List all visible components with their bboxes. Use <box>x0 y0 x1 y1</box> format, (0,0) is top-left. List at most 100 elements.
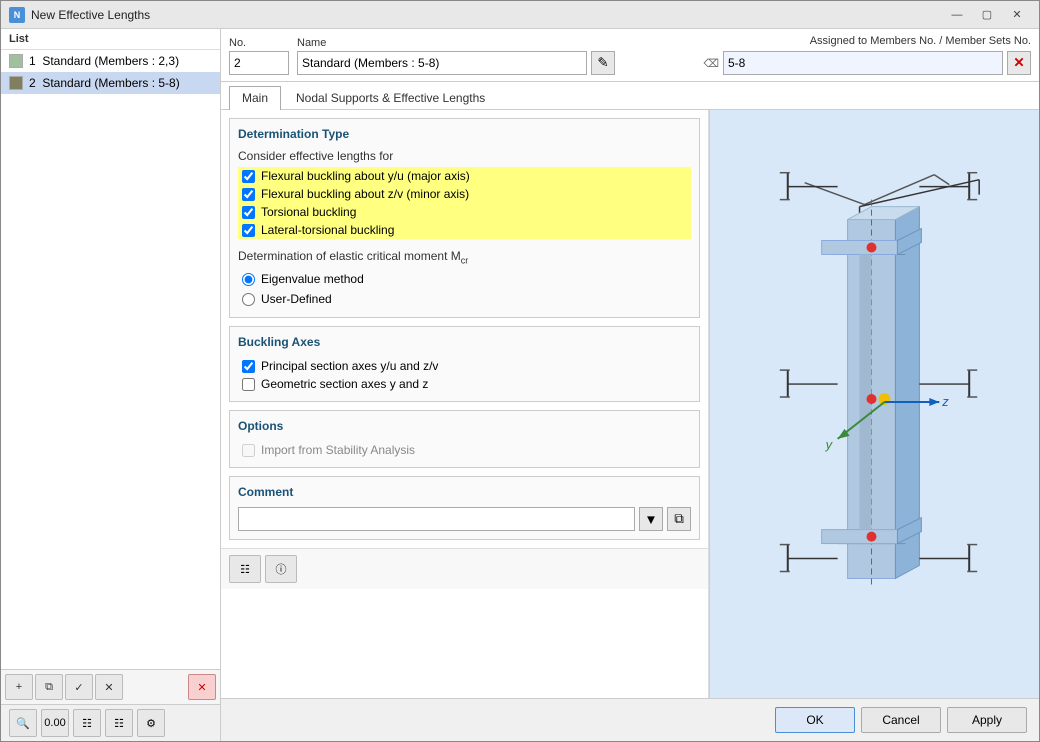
checkbox-import-label: Import from Stability Analysis <box>261 443 415 457</box>
no-label: No. <box>229 37 289 49</box>
3d-view: z y <box>709 110 1039 698</box>
checkbox-flex-y: Flexural buckling about y/u (major axis) <box>238 167 691 185</box>
graph-button[interactable]: ☷ <box>73 709 101 737</box>
assigned-label: Assigned to Members No. / Member Sets No… <box>810 35 1031 47</box>
comment-copy-button[interactable]: ⧉ <box>667 507 691 531</box>
list-header: List <box>1 29 220 50</box>
checkbox-geometric-input[interactable] <box>242 378 255 391</box>
list-item-label: 1 Standard (Members : 2,3) <box>29 54 179 68</box>
list-item-color <box>9 54 23 68</box>
radio-user-defined-label: User-Defined <box>261 292 332 306</box>
radio-eigenvalue-label: Eigenvalue method <box>261 272 364 286</box>
main-window: N New Effective Lengths — ▢ ✕ List 1 Sta… <box>0 0 1040 742</box>
no-field-group: No. <box>229 37 289 75</box>
checkbox-principal-label: Principal section axes y/u and z/v <box>261 359 438 373</box>
comment-row: ▼ ⧉ <box>238 507 691 531</box>
assigned-input[interactable] <box>723 51 1003 75</box>
buckling-axes-section: Buckling Axes Principal section axes y/u… <box>229 326 700 402</box>
checkbox-flex-y-label: Flexural buckling about y/u (major axis) <box>261 169 470 183</box>
list-item-label-2: 2 Standard (Members : 5-8) <box>29 76 180 90</box>
list-item[interactable]: 1 Standard (Members : 2,3) <box>1 50 220 72</box>
consider-label: Consider effective lengths for <box>238 149 691 163</box>
comment-title: Comment <box>238 485 691 499</box>
tabs: Main Nodal Supports & Effective Lengths <box>221 82 1039 109</box>
checkbox-lateral: Lateral-torsional buckling <box>238 221 691 239</box>
assigned-clear-button[interactable]: ✕ <box>1007 51 1031 75</box>
list-item-selected[interactable]: 2 Standard (Members : 5-8) <box>1 72 220 94</box>
copy-button[interactable]: ⧉ <box>35 674 63 700</box>
left-toolbar: + ⧉ ✓ ✕ ✕ <box>1 669 220 704</box>
checkbox-flex-z: Flexural buckling about z/v (minor axis) <box>238 185 691 203</box>
options-title: Options <box>238 419 691 433</box>
export-button[interactable]: ☷ <box>105 709 133 737</box>
main-content: List 1 Standard (Members : 2,3) 2 Standa… <box>1 29 1039 741</box>
title-buttons: — ▢ ✕ <box>943 5 1031 25</box>
name-edit-button[interactable]: ✎ <box>591 51 615 75</box>
list-items: 1 Standard (Members : 2,3) 2 Standard (M… <box>1 50 220 669</box>
check-button[interactable]: ✓ <box>65 674 93 700</box>
left-bottom-toolbar: 🔍 0.00 ☷ ☷ ⚙ <box>1 704 220 741</box>
title-bar-left: N New Effective Lengths <box>9 7 150 23</box>
checkbox-import-input[interactable] <box>242 444 255 457</box>
comment-dropdown-button[interactable]: ▼ <box>639 507 663 531</box>
determination-type-title: Determination Type <box>238 127 691 141</box>
radio-user-defined: User-Defined <box>238 289 691 309</box>
search-button[interactable]: 🔍 <box>9 709 37 737</box>
checkbox-flex-z-input[interactable] <box>242 188 255 201</box>
view-button-2[interactable]: ⓘ <box>265 555 297 583</box>
comment-input[interactable] <box>238 507 635 531</box>
maximize-button[interactable]: ▢ <box>973 5 1001 25</box>
apply-button[interactable]: Apply <box>947 707 1027 733</box>
checkbox-geometric: Geometric section axes y and z <box>238 375 691 393</box>
checkbox-flex-z-label: Flexural buckling about z/v (minor axis) <box>261 187 469 201</box>
moment-label: Determination of elastic critical moment… <box>238 249 691 265</box>
checkbox-torsional-label: Torsional buckling <box>261 205 356 219</box>
assigned-field-group: Assigned to Members No. / Member Sets No… <box>703 35 1031 75</box>
name-field-group: Name ✎ <box>297 37 615 75</box>
add-button[interactable]: + <box>5 674 33 700</box>
close-button[interactable]: ✕ <box>1003 5 1031 25</box>
delete-button[interactable]: ✕ <box>188 674 216 700</box>
checkbox-geometric-label: Geometric section axes y and z <box>261 377 428 391</box>
right-side: No. Name ✎ Assigned to Members No. / Mem… <box>221 29 1039 741</box>
svg-text:z: z <box>941 394 949 409</box>
cancel-button[interactable]: Cancel <box>861 707 941 733</box>
tab-nodal[interactable]: Nodal Supports & Effective Lengths <box>283 86 498 109</box>
ok-button[interactable]: OK <box>775 707 855 733</box>
radio-user-defined-input[interactable] <box>242 293 255 306</box>
cross-button[interactable]: ✕ <box>95 674 123 700</box>
tab-container: Main Nodal Supports & Effective Lengths <box>221 82 1039 110</box>
dialog-buttons: OK Cancel Apply <box>221 698 1039 741</box>
radio-eigenvalue-input[interactable] <box>242 273 255 286</box>
decimal-button[interactable]: 0.00 <box>41 709 69 737</box>
checkbox-import: Import from Stability Analysis <box>238 441 691 459</box>
determination-type-section: Determination Type Consider effective le… <box>229 118 700 318</box>
window-icon: N <box>9 7 25 23</box>
window-title: New Effective Lengths <box>31 8 150 22</box>
form-left: Determination Type Consider effective le… <box>221 110 709 698</box>
3d-view-svg: z y <box>710 110 1039 698</box>
checkbox-principal-input[interactable] <box>242 360 255 373</box>
view-button-1[interactable]: ☷ <box>229 555 261 583</box>
tab-main[interactable]: Main <box>229 86 281 110</box>
checkbox-lateral-input[interactable] <box>242 224 255 237</box>
radio-eigenvalue: Eigenvalue method <box>238 269 691 289</box>
name-group: ✎ <box>297 51 615 75</box>
minimize-button[interactable]: — <box>943 5 971 25</box>
checkbox-principal: Principal section axes y/u and z/v <box>238 357 691 375</box>
checkbox-torsional: Torsional buckling <box>238 203 691 221</box>
no-input[interactable] <box>229 51 289 75</box>
settings-button[interactable]: ⚙ <box>137 709 165 737</box>
form-area: Determination Type Consider effective le… <box>221 110 1039 698</box>
header-fields: No. Name ✎ Assigned to Members No. / Mem… <box>221 29 1039 82</box>
title-bar: N New Effective Lengths — ▢ ✕ <box>1 1 1039 29</box>
checkbox-torsional-input[interactable] <box>242 206 255 219</box>
name-label: Name <box>297 37 615 49</box>
buckling-axes-title: Buckling Axes <box>238 335 691 349</box>
options-section: Options Import from Stability Analysis <box>229 410 700 468</box>
left-panel: List 1 Standard (Members : 2,3) 2 Standa… <box>1 29 221 741</box>
list-item-color-2 <box>9 76 23 90</box>
name-input[interactable] <box>297 51 587 75</box>
checkbox-flex-y-input[interactable] <box>242 170 255 183</box>
checkbox-lateral-label: Lateral-torsional buckling <box>261 223 394 237</box>
